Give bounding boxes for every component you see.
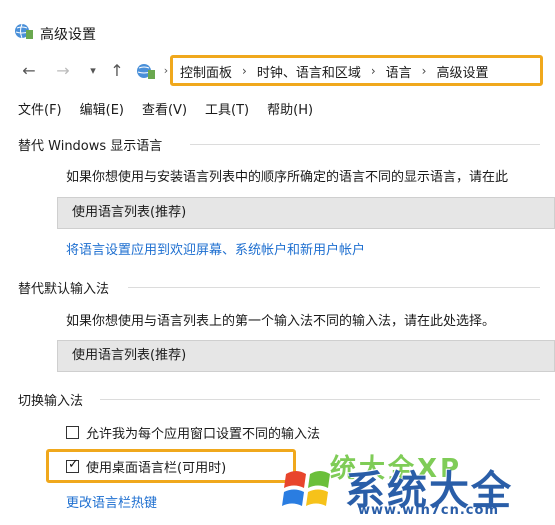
menu-file[interactable]: 文件(F) bbox=[18, 99, 62, 118]
per-window-checkbox[interactable] bbox=[66, 426, 79, 439]
recent-dropdown-icon[interactable]: ▾ bbox=[82, 62, 104, 80]
input-method-select[interactable]: 使用语言列表(推荐) bbox=[57, 340, 555, 372]
breadcrumb-item[interactable]: 时钟、语言和区域 bbox=[257, 62, 361, 81]
display-language-select[interactable]: 使用语言列表(推荐) bbox=[57, 197, 555, 229]
menu-bar: 文件(F) 编辑(E) 查看(V) 工具(T) 帮助(H) bbox=[18, 99, 313, 118]
input-method-description: 如果你想使用与语言列表上的第一个输入法不同的输入法，请在此处选择。 bbox=[66, 314, 496, 329]
control-panel-icon bbox=[137, 64, 155, 79]
section-divider bbox=[190, 144, 540, 145]
per-window-label[interactable]: 允许我为每个应用窗口设置不同的输入法 bbox=[86, 423, 320, 442]
display-language-description: 如果你想使用与安装语言列表中的顺序所确定的语言不同的显示语言，请在此 bbox=[66, 170, 509, 185]
section-divider bbox=[128, 287, 540, 288]
language-bar-checkbox[interactable] bbox=[66, 457, 79, 473]
menu-view[interactable]: 查看(V) bbox=[142, 99, 187, 118]
breadcrumb-item[interactable]: 控制面板 bbox=[180, 62, 232, 81]
window-title: 高级设置 bbox=[40, 27, 96, 43]
menu-edit[interactable]: 编辑(E) bbox=[80, 99, 124, 118]
switch-input-heading: 切换输入法 bbox=[18, 394, 84, 409]
menu-help[interactable]: 帮助(H) bbox=[267, 99, 313, 118]
breadcrumb-item[interactable]: 高级设置 bbox=[436, 62, 488, 81]
breadcrumb-separator-icon[interactable]: › bbox=[422, 64, 427, 78]
windows-logo-icon bbox=[282, 471, 330, 506]
watermark-url: www.win7cn.com bbox=[358, 503, 499, 518]
input-method-heading: 替代默认输入法 bbox=[18, 282, 110, 297]
section-divider bbox=[100, 399, 540, 400]
change-hotkeys-link[interactable]: 更改语言栏热键 bbox=[66, 492, 157, 511]
language-globe-icon bbox=[15, 23, 33, 39]
breadcrumb-item[interactable]: 语言 bbox=[386, 62, 412, 81]
menu-tools[interactable]: 工具(T) bbox=[205, 99, 249, 118]
language-bar-label[interactable]: 使用桌面语言栏(可用时) bbox=[86, 457, 226, 476]
forward-arrow-icon[interactable]: → bbox=[52, 62, 74, 80]
display-language-heading: 替代 Windows 显示语言 bbox=[18, 139, 163, 154]
breadcrumb-separator-icon[interactable]: › bbox=[242, 64, 247, 78]
breadcrumb-separator-icon[interactable]: › bbox=[371, 64, 376, 78]
apply-settings-link[interactable]: 将语言设置应用到欢迎屏幕、系统帐户和新用户帐户 bbox=[66, 239, 365, 258]
back-arrow-icon[interactable]: ← bbox=[18, 62, 40, 80]
breadcrumb: 控制面板 › 时钟、语言和区域 › 语言 › 高级设置 bbox=[180, 62, 489, 81]
up-arrow-icon[interactable]: ↑ bbox=[106, 62, 128, 80]
